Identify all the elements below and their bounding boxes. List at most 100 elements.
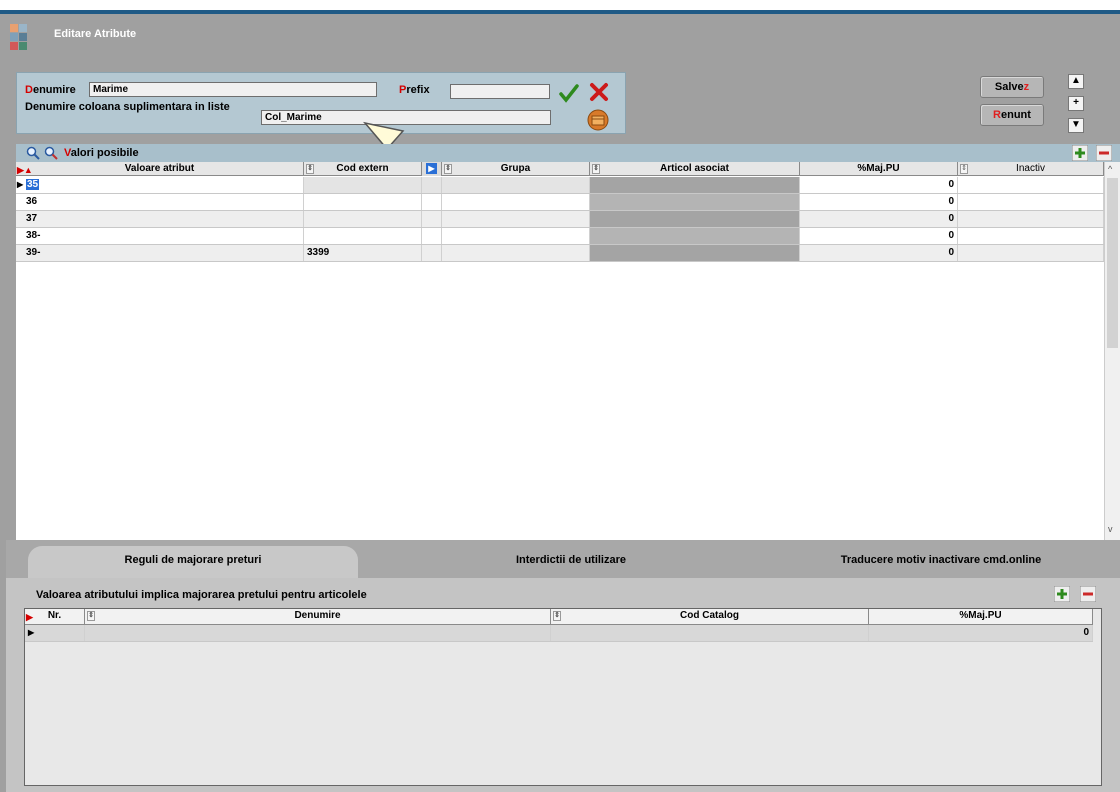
- cell-valoare[interactable]: 39-: [16, 245, 304, 261]
- package-icon[interactable]: [587, 109, 609, 131]
- cell-grupa[interactable]: [442, 177, 590, 193]
- cell-sel: [422, 245, 442, 261]
- add-row-icon[interactable]: [1053, 585, 1071, 605]
- cell-maj[interactable]: 0: [800, 194, 958, 210]
- cell-denumire[interactable]: [85, 625, 551, 641]
- cell-articol[interactable]: [590, 177, 800, 193]
- cell-maj[interactable]: 0: [869, 625, 1093, 641]
- cell-cod[interactable]: 3399: [304, 245, 422, 261]
- current-row-icon: ▶: [28, 628, 35, 637]
- window-title: Editare Atribute: [54, 28, 137, 40]
- cell-sel: [422, 228, 442, 244]
- cell-valoare[interactable]: 36: [16, 194, 304, 210]
- cell-maj[interactable]: 0: [800, 245, 958, 261]
- cancel-button[interactable]: Renunt: [980, 104, 1044, 126]
- cell-inactiv[interactable]: [958, 194, 1104, 210]
- cell-sel: [422, 177, 442, 193]
- cell-grupa[interactable]: [442, 194, 590, 210]
- cell-sel: [422, 194, 442, 210]
- sort-icon: ⇕: [553, 611, 561, 621]
- cell-articol[interactable]: [590, 194, 800, 210]
- search-icon[interactable]: [26, 146, 40, 163]
- app-window: Editare Atribute Denumire Marime Prefix …: [0, 10, 1120, 792]
- tab-reguli-label[interactable]: Reguli de majorare preturi: [28, 540, 358, 578]
- col-maj-pu-bottom[interactable]: %Maj.PU: [869, 609, 1093, 625]
- cell-grupa[interactable]: [442, 245, 590, 261]
- remove-row-icon[interactable]: [1079, 585, 1097, 605]
- cell-maj[interactable]: 0: [800, 177, 958, 193]
- cell-sel: [422, 211, 442, 227]
- tab-interdictii[interactable]: Interdictii de utilizare: [406, 540, 736, 578]
- cell-valoare[interactable]: ▶ 35: [16, 177, 304, 193]
- col-maj-pu[interactable]: %Maj.PU: [800, 162, 958, 176]
- save-button[interactable]: Salvez: [980, 76, 1044, 98]
- move-up-button[interactable]: ▲: [1068, 74, 1084, 89]
- grid-vertical-scrollbar[interactable]: ^ v: [1104, 162, 1120, 540]
- grid-toolbar: Valori posibile: [16, 144, 1120, 162]
- cell-cod[interactable]: [304, 194, 422, 210]
- col-inactiv[interactable]: ⇕ Inactiv: [958, 162, 1104, 176]
- col-label: Denumire coloana suplimentara in liste: [25, 101, 230, 113]
- sort-icon: ⇕: [592, 164, 600, 174]
- table-row[interactable]: ▶ 35 0: [16, 177, 1104, 194]
- cell-cod[interactable]: [304, 177, 422, 193]
- col-grupa[interactable]: ⇕ Grupa: [442, 162, 590, 176]
- scroll-thumb[interactable]: [1107, 178, 1118, 348]
- col-cod-catalog[interactable]: ⇕ Cod Catalog: [551, 609, 869, 625]
- current-row-icon: ▶: [17, 180, 24, 189]
- cell-maj[interactable]: 0: [800, 211, 958, 227]
- scroll-down-icon[interactable]: v: [1108, 524, 1113, 534]
- grid-header: ▶▲ Valoare atribut ⇕ Cod extern ▶ ⇕ Grupa …: [16, 162, 1104, 176]
- header-panel: Denumire Marime Prefix Denumire coloana …: [16, 72, 626, 151]
- row-indicator-icon: ▶▲: [17, 165, 33, 175]
- nav-arrow-icon: ▶: [426, 163, 437, 174]
- cell-inactiv[interactable]: [958, 245, 1104, 261]
- col-valoare[interactable]: ▶▲ Valoare atribut: [16, 162, 304, 176]
- col-articol[interactable]: ⇕ Articol asociat: [590, 162, 800, 176]
- cell-inactiv[interactable]: [958, 177, 1104, 193]
- check-icon[interactable]: [559, 83, 579, 103]
- grid-title: Valori posibile: [64, 147, 139, 159]
- values-grid-section: Valori posibile ▶▲ Valoare atribut ⇕ Cod …: [16, 144, 1120, 540]
- col-cod-extern[interactable]: ⇕ Cod extern: [304, 162, 422, 176]
- table-row[interactable]: 36 0: [16, 194, 1104, 211]
- search-advanced-icon[interactable]: [44, 146, 58, 163]
- cell-grupa[interactable]: [442, 211, 590, 227]
- cell-grupa[interactable]: [442, 228, 590, 244]
- col-nr[interactable]: ▶ Nr.: [25, 609, 85, 625]
- denumire-input[interactable]: Marime: [89, 82, 377, 97]
- bottom-grid: ▶ Nr. ⇕Denumire ⇕Cod Catalog %Maj.PU ▶: [24, 608, 1102, 786]
- cell-inactiv[interactable]: [958, 211, 1104, 227]
- cell-articol[interactable]: [590, 245, 800, 261]
- cell-cod-catalog[interactable]: [551, 625, 869, 641]
- tabs-bar: Reguli de majorare preturi Interdictii d…: [6, 540, 1120, 578]
- sort-icon: ⇕: [87, 611, 95, 621]
- col-selector[interactable]: ▶: [422, 162, 442, 176]
- prefix-label: Prefix: [399, 84, 430, 96]
- cell-articol[interactable]: [590, 211, 800, 227]
- scroll-up-icon[interactable]: ^: [1108, 164, 1112, 174]
- table-row[interactable]: 38- 0: [16, 228, 1104, 245]
- cell-articol[interactable]: [590, 228, 800, 244]
- cell-cod[interactable]: [304, 211, 422, 227]
- col-input[interactable]: Col_Marime: [261, 110, 551, 125]
- sort-icon: ⇕: [960, 164, 968, 174]
- table-row[interactable]: ▶ 0: [25, 625, 1093, 642]
- cell-valoare[interactable]: 38-: [16, 228, 304, 244]
- cell-nr[interactable]: ▶: [25, 625, 85, 641]
- add-button[interactable]: +: [1068, 96, 1084, 111]
- tab-traducere[interactable]: Traducere motiv inactivare cmd.online: [776, 540, 1106, 578]
- app-icon: [10, 24, 36, 50]
- col-denumire[interactable]: ⇕ Denumire: [85, 609, 551, 625]
- sort-icon: ⇕: [306, 164, 314, 174]
- cell-valoare[interactable]: 37: [16, 211, 304, 227]
- cell-maj[interactable]: 0: [800, 228, 958, 244]
- row-indicator-icon: ▶: [26, 612, 33, 622]
- move-down-button[interactable]: ▼: [1068, 118, 1084, 133]
- close-icon[interactable]: [589, 82, 609, 102]
- cell-cod[interactable]: [304, 228, 422, 244]
- prefix-input[interactable]: [450, 84, 550, 99]
- cell-inactiv[interactable]: [958, 228, 1104, 244]
- table-row[interactable]: 37 0: [16, 211, 1104, 228]
- table-row[interactable]: 39- 3399 0: [16, 245, 1104, 262]
